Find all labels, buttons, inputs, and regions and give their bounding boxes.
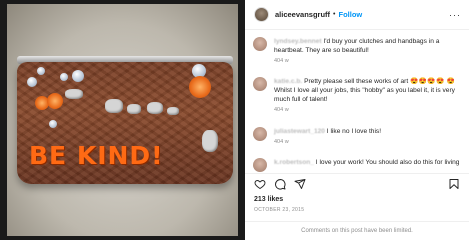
follow-button[interactable]: Follow [338,10,362,19]
post-panel: aliceevansgruff • Follow ··· lyndsey.ben… [245,0,469,240]
commenter-avatar[interactable] [253,37,267,51]
heart-icon[interactable] [254,178,266,190]
comment-text: Pretty please sell these works of art [304,78,409,85]
comments-limited-notice: Comments on this post have been limited. [245,221,469,240]
gem-decoration [72,70,84,82]
commenter-username[interactable]: lyndsey.bennet [274,38,322,45]
likes-count[interactable]: 213 likes [254,196,283,203]
more-options-icon[interactable]: ··· [449,10,461,20]
charm-decoration [127,104,141,114]
bookmark-icon[interactable] [448,178,460,190]
post-actions: 213 likes OCTOBER 23, 2015 Comments on t… [245,173,469,239]
flower-decoration [47,93,63,109]
separator-dot: • [333,11,336,18]
commenter-avatar[interactable] [253,77,267,91]
gem-decoration [49,120,57,128]
gem-decoration [27,77,37,87]
commenter-avatar[interactable] [253,158,267,172]
charm-decoration [65,89,83,99]
comment-time: 404 w [274,139,289,145]
post-header: aliceevansgruff • Follow ··· [245,0,469,30]
post-date: OCTOBER 23, 2015 [254,207,305,213]
commenter-username[interactable]: k.robertson_ [274,159,314,166]
author-username[interactable]: aliceevansgruff [275,10,330,19]
comment-time: 404 w [274,107,289,113]
action-icons [254,178,306,190]
gem-decoration [60,73,68,81]
commenter-avatar[interactable] [253,127,267,141]
emoji-group: 😍 [446,78,456,85]
comment-icon[interactable] [274,178,286,190]
comment-time: 404 w [274,58,289,64]
gem-decoration [37,67,45,75]
comments-list: lyndsey.bennet I'd buy your clutches and… [245,30,469,173]
comment-text: I like no I love this! [326,128,382,135]
post-image[interactable]: BE KIND! [0,0,245,240]
charm-decoration [147,102,163,114]
charm-decoration [105,99,123,113]
avatar[interactable] [254,7,269,22]
comment-text: I love your work! You should also do thi… [315,159,460,166]
share-icon[interactable] [294,178,306,190]
charm-decoration [167,107,179,115]
comment-text-continued: Whilst I love all your jobs, this "hobby… [274,87,455,103]
commenter-username[interactable]: juliastewart_120 [274,128,325,135]
photo-backdrop: BE KIND! [7,4,238,236]
commenter-username[interactable]: katie.c.b. [274,78,302,85]
flower-decoration [189,76,211,98]
be-kind-text: BE KIND! [29,141,164,170]
elephant-charm [202,130,218,152]
emoji-group: 😍😍😍😍 [410,78,445,85]
